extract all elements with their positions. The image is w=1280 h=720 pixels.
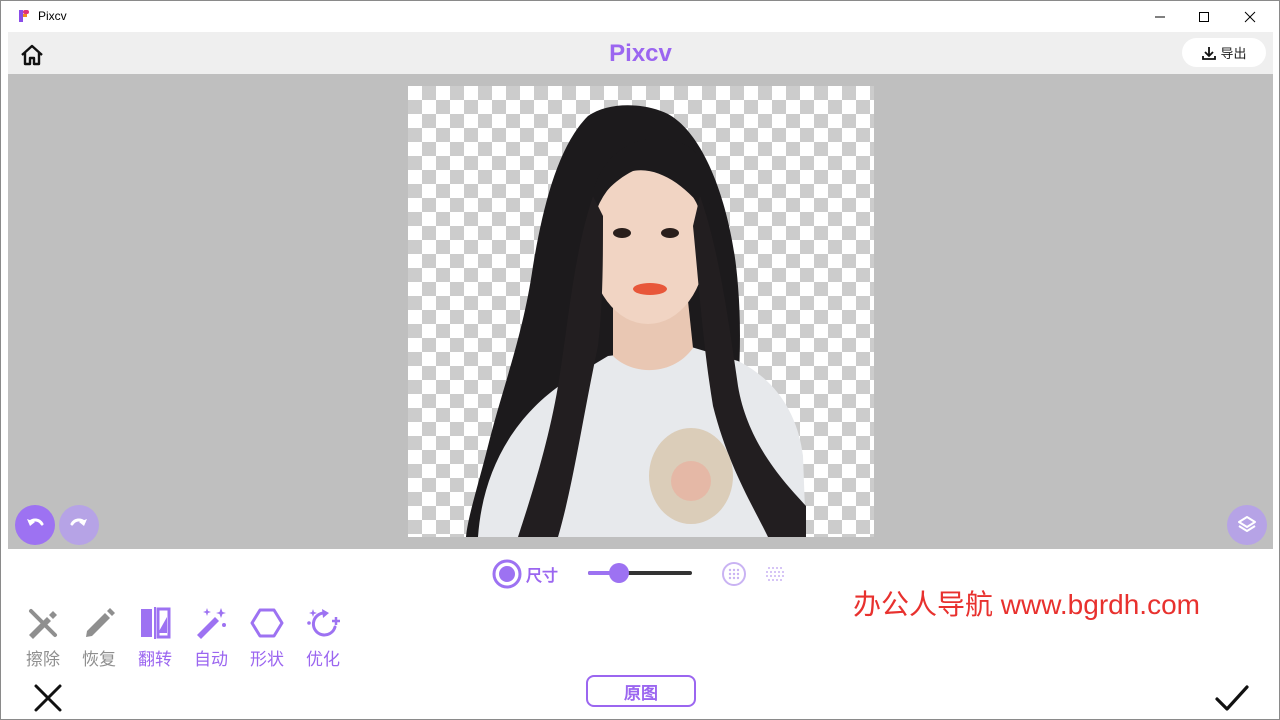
app-logo-icon — [19, 10, 29, 22]
window-title: Pixcv — [38, 9, 67, 23]
maximize-button[interactable] — [1181, 1, 1227, 32]
brush-size-slider[interactable] — [588, 561, 692, 585]
tool-shape-label: 形状 — [250, 650, 284, 670]
brush-size-control[interactable]: 尺寸 — [492, 559, 558, 589]
erase-icon — [24, 604, 62, 641]
tool-optimize[interactable]: 优化 — [295, 604, 351, 670]
tool-bar: 擦除 恢复 翻转 自动 形状 优化 — [15, 604, 351, 670]
tool-erase[interactable]: 擦除 — [15, 604, 71, 670]
layers-button[interactable] — [1227, 505, 1267, 545]
layers-icon — [1238, 516, 1256, 532]
title-bar: Pixcv — [1, 1, 1279, 32]
pencil-icon — [80, 604, 118, 641]
app-window: Pixcv Pixcv 导出 尺寸 办公人导航 www.bgrdh.com 擦除… — [0, 0, 1280, 720]
minimize-icon — [1155, 16, 1165, 17]
canvas-area[interactable] — [8, 74, 1273, 549]
tool-restore[interactable]: 恢复 — [71, 604, 127, 670]
app-header: Pixcv 导出 — [8, 32, 1273, 74]
confirm-button[interactable] — [1214, 682, 1250, 714]
soft-brush-button[interactable] — [721, 561, 747, 587]
sparkle-refresh-icon — [304, 604, 342, 641]
original-image-button[interactable]: 原图 — [586, 675, 696, 707]
redo-icon — [70, 518, 87, 526]
brush-size-icon — [492, 559, 522, 589]
brush-size-label: 尺寸 — [526, 566, 559, 585]
soft-brush-icon — [722, 562, 746, 586]
cancel-button[interactable] — [32, 682, 64, 714]
close-icon — [1244, 11, 1256, 22]
tool-panel: 尺寸 办公人导航 www.bgrdh.com 擦除 恢复 翻转 自动 形状 优化… — [8, 549, 1273, 719]
tool-erase-label: 擦除 — [26, 650, 60, 670]
tool-restore-label: 恢复 — [82, 650, 116, 670]
close-window-button[interactable] — [1227, 1, 1273, 32]
tool-optimize-label: 优化 — [306, 650, 340, 670]
image-canvas[interactable] — [408, 86, 874, 537]
tool-auto-label: 自动 — [194, 650, 228, 670]
undo-icon — [27, 518, 44, 526]
hexagon-icon — [248, 604, 286, 641]
redo-button[interactable] — [59, 505, 99, 545]
tool-shape[interactable]: 形状 — [239, 604, 295, 670]
tool-flip[interactable]: 翻转 — [127, 604, 183, 670]
slider-thumb[interactable] — [609, 563, 629, 583]
page-title: Pixcv — [609, 40, 672, 67]
tool-auto[interactable]: 自动 — [183, 604, 239, 670]
portrait-cutout-image — [466, 105, 806, 537]
checkmark-icon — [1215, 685, 1249, 711]
export-label: 导出 — [1220, 47, 1247, 62]
tool-flip-label: 翻转 — [138, 650, 172, 670]
flip-icon — [136, 604, 174, 641]
magic-wand-icon — [192, 604, 230, 641]
hard-brush-button[interactable] — [762, 561, 788, 587]
maximize-icon — [1199, 11, 1209, 22]
dotted-brush-icon — [766, 567, 784, 581]
minimize-button[interactable] — [1137, 1, 1183, 32]
export-button[interactable]: 导出 — [1182, 38, 1266, 67]
close-icon — [34, 684, 62, 712]
undo-button[interactable] — [15, 505, 55, 545]
watermark-text: 办公人导航 www.bgrdh.com — [853, 589, 1200, 620]
download-icon — [1202, 46, 1217, 60]
